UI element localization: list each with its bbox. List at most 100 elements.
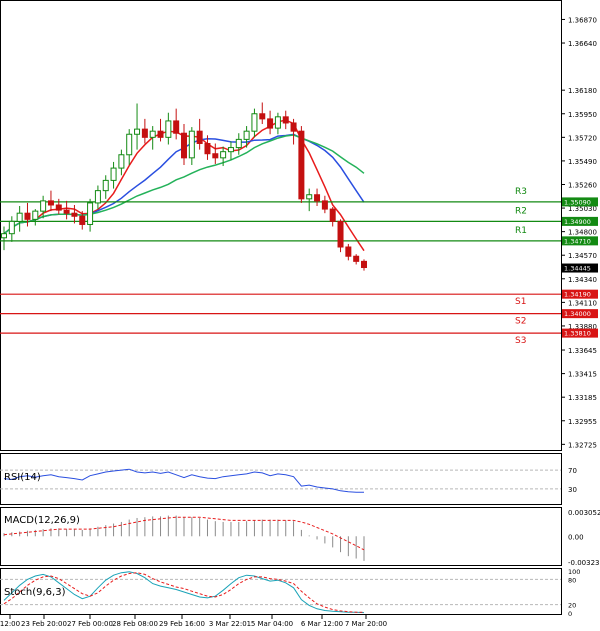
resistance-label: R1 [515, 226, 527, 236]
price-tick-label: 1.34340 [568, 276, 597, 284]
candle-body [243, 130, 250, 140]
current-price-label: 1.34445 [564, 265, 591, 273]
candle-body [290, 122, 297, 132]
time-tick-label: 3 Mar 22:01 [209, 620, 251, 628]
price-tick-label: 1.34800 [568, 229, 597, 237]
candle-body [314, 194, 321, 202]
candle-body [361, 260, 367, 269]
price-tick-label: 1.35950 [568, 111, 597, 119]
candle-body [87, 202, 94, 225]
candle-body [16, 212, 23, 222]
candle-body [126, 133, 133, 156]
stoch-tick-label: 0 [568, 610, 572, 618]
price-tick-label: 1.35720 [568, 134, 597, 142]
main-panel [0, 0, 562, 451]
candle-body [259, 113, 266, 120]
candle-body [235, 138, 242, 149]
candle-body [134, 128, 141, 135]
candle-body [149, 130, 156, 138]
candle-body [110, 167, 117, 181]
macd-panel [0, 507, 562, 566]
candle-body [345, 246, 352, 257]
price-axis: 1.36870 1.36640 1.36180 1.35950 1.35720 1.354… [561, 16, 597, 449]
candle-body [157, 130, 164, 138]
price-tick-label: 1.33185 [568, 394, 597, 402]
price-tick-label: 1.33645 [568, 347, 597, 355]
candle-body [47, 200, 54, 206]
time-tick-label: 7 Mar 20:00 [345, 620, 387, 628]
level-price-label: 1.34710 [564, 237, 591, 245]
price-tick-label: 1.32955 [568, 418, 597, 426]
price-tick-label: 1.32725 [568, 441, 597, 449]
time-tick-label: 28 Feb 08:00 [112, 620, 158, 628]
candle-body [141, 128, 148, 138]
time-tick-label: 29 Feb 16:00 [159, 620, 205, 628]
candle-body [353, 255, 360, 262]
level-price-label: 1.34000 [564, 310, 591, 318]
candle-body [118, 154, 125, 169]
level-price-label: 1.34190 [564, 291, 591, 299]
candle-body [79, 215, 86, 225]
stoch-label: Stoch(9,6,3) [4, 587, 66, 598]
time-tick-label: 6 Mar 12:00 [301, 620, 343, 628]
stoch-tick-label: 80 [568, 576, 576, 584]
time-tick-label: 12:00 [0, 620, 20, 628]
candle-body [173, 120, 180, 134]
candle-body [63, 209, 70, 214]
candle-body [306, 194, 313, 200]
macd-tick-label: -0.003236 [568, 559, 600, 567]
macd-label: MACD(12,26,9) [4, 515, 80, 526]
price-tick-label: 1.36640 [568, 40, 597, 48]
support-label: S2 [515, 317, 526, 327]
time-tick-label: 27 Feb 00:00 [67, 620, 113, 628]
candle-body [188, 130, 195, 159]
candle-body [274, 116, 281, 129]
candle-body [32, 210, 39, 220]
price-tick-label: 1.36870 [568, 16, 597, 24]
candle-body [282, 116, 289, 124]
macd-tick-label: 0.003052 [568, 509, 600, 517]
rsi-tick-label: 30 [568, 486, 577, 494]
time-tick-label: 23 Feb 20:00 [21, 620, 67, 628]
candle-body [102, 179, 109, 192]
candle-body [212, 153, 219, 159]
price-tick-label: 1.33415 [568, 371, 597, 379]
candle-body [267, 118, 274, 129]
support-label: S1 [515, 297, 526, 307]
candle-body [94, 190, 101, 204]
level-price-label: 1.35090 [564, 198, 591, 206]
price-tick-label: 1.35260 [568, 181, 597, 189]
resistance-label: R3 [515, 187, 527, 197]
price-tick-label: 1.36180 [568, 87, 597, 95]
candle-body [220, 151, 227, 159]
candle-body [24, 212, 31, 220]
support-label: S3 [515, 336, 526, 346]
rsi-tick-label: 70 [568, 467, 577, 475]
candle-body [251, 113, 258, 132]
candle-body [204, 142, 211, 155]
time-axis: 12:00 23 Feb 20:00 27 Feb 00:00 28 Feb 08:0… [0, 615, 387, 628]
candle-body [181, 132, 187, 159]
price-tick-label: 1.34570 [568, 252, 597, 260]
candle-body [40, 200, 47, 212]
level-price-label: 1.33810 [564, 330, 591, 338]
time-tick-label: 5 Mar 04:00 [251, 620, 293, 628]
candle-body [1, 233, 7, 239]
candle-body [227, 147, 234, 153]
forex-chart: 1.36870 1.36640 1.36180 1.35950 1.35720 1.354… [0, 0, 600, 628]
resistance-label: R2 [515, 206, 527, 216]
price-tick-label: 1.34110 [568, 299, 597, 307]
candle-body [298, 130, 305, 200]
stoch-tick-label: 20 [568, 602, 576, 610]
candle-body [71, 212, 78, 217]
stoch-tick-label: 100 [568, 568, 580, 576]
candle-body [196, 130, 203, 144]
level-price-label: 1.34900 [564, 218, 591, 226]
candle-body [165, 120, 172, 138]
current-price-marker: 1.34445 [562, 263, 598, 273]
rsi-label: RSI(14) [4, 472, 41, 483]
candle-body [8, 220, 15, 235]
macd-tick-label: 0.00 [568, 533, 584, 541]
candle-body [55, 204, 62, 211]
stoch-panel [0, 568, 562, 615]
